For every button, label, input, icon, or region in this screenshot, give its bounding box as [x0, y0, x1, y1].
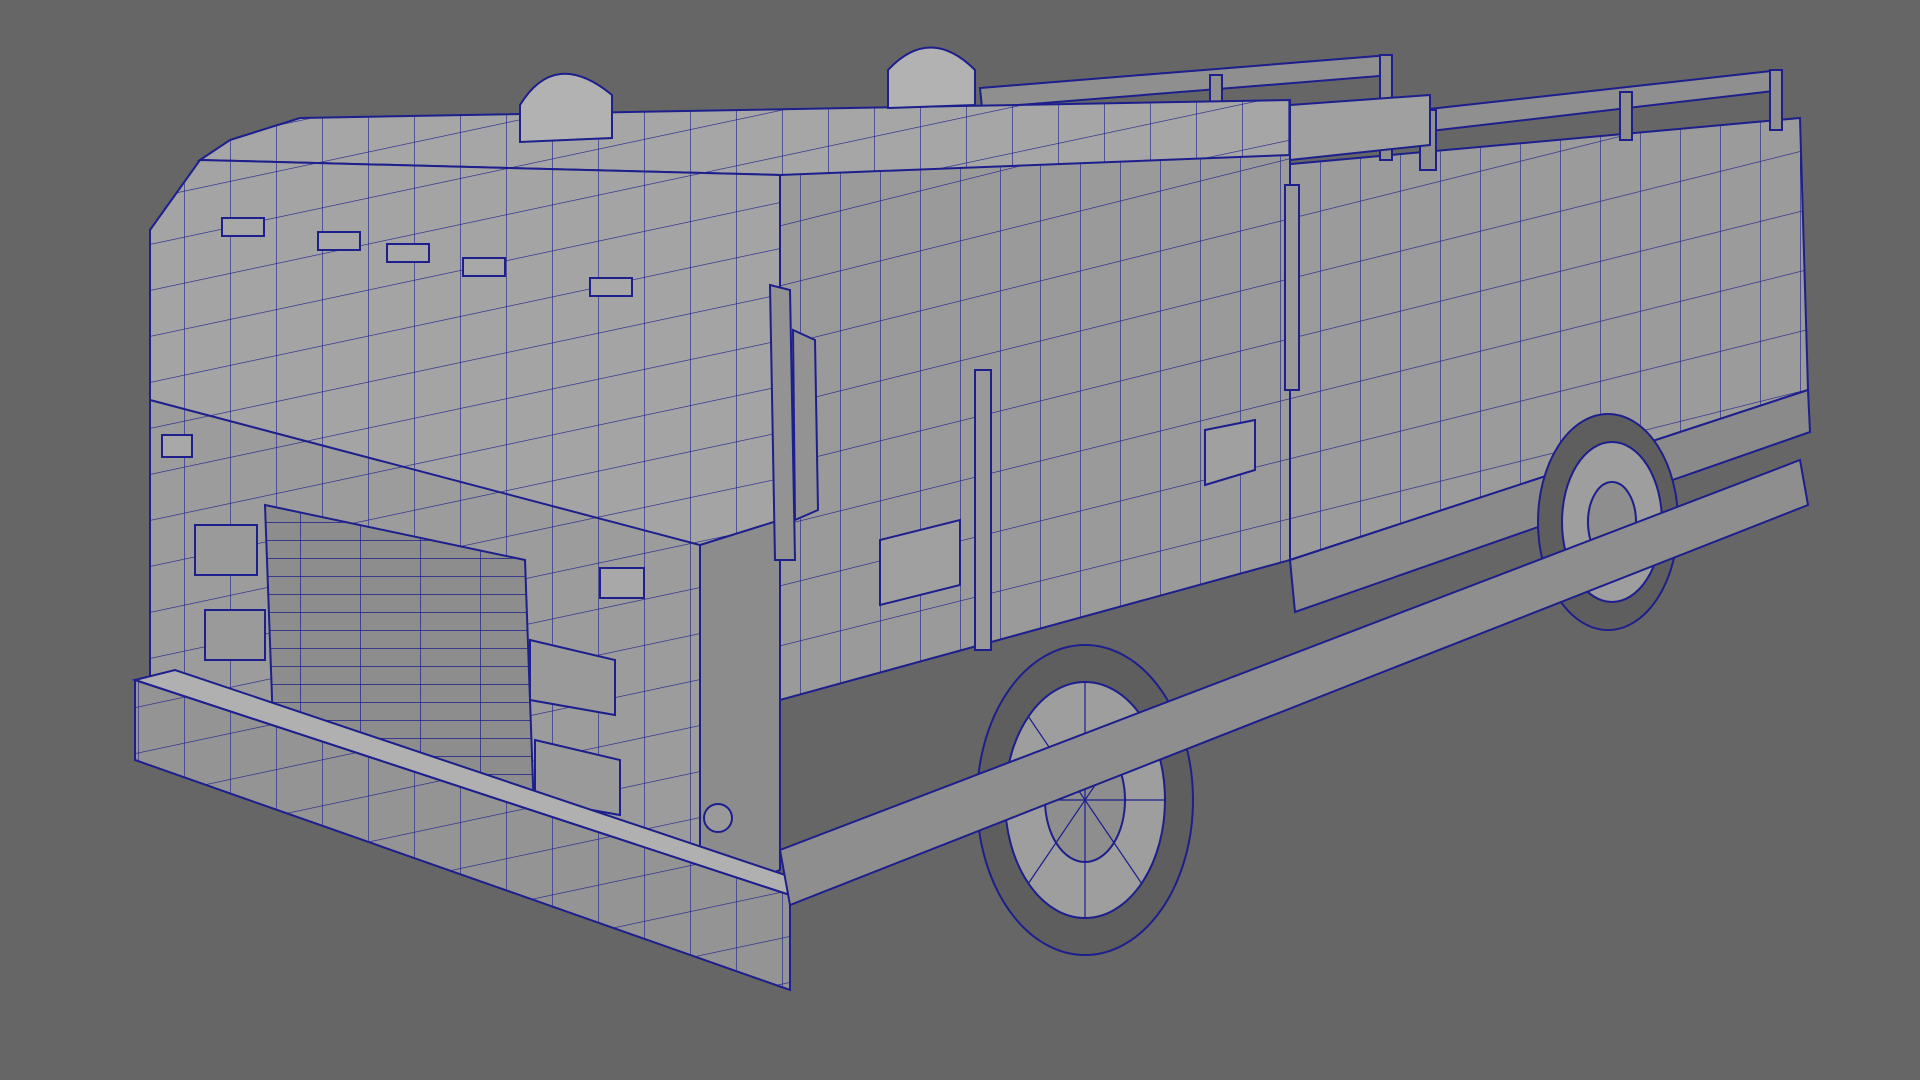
3d-viewport[interactable] [0, 0, 1920, 1080]
fire-truck-model[interactable] [0, 0, 1920, 1080]
front-emblem [703, 803, 733, 833]
body-compartments [779, 108, 1291, 702]
